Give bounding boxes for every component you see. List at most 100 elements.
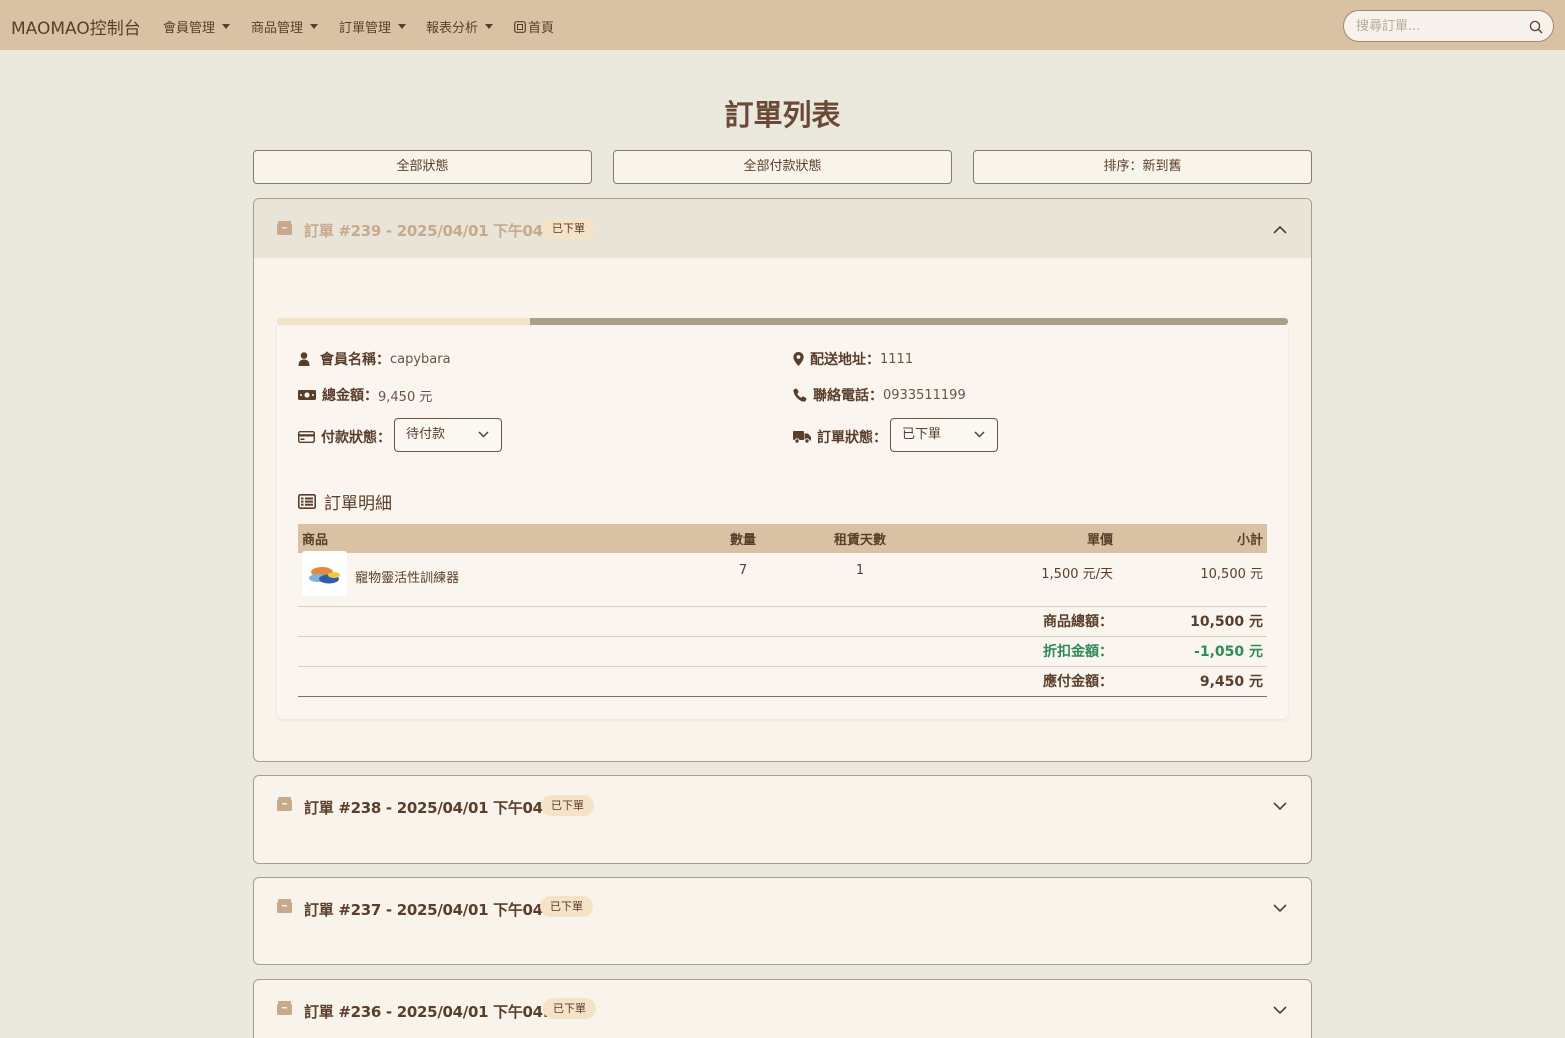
column-header-days: 租賃天數	[793, 524, 927, 553]
order-detail-label: 訂單明細	[324, 494, 392, 514]
top-navbar: MAOMAO控制台 會員管理 商品管理 訂單管理 報表分析 首頁	[0, 0, 1565, 50]
chevron-up-icon[interactable]	[1273, 225, 1287, 234]
progress-fill	[277, 318, 530, 325]
order-detail-title: 訂單明細	[298, 489, 392, 514]
phone-label: 聯絡電話：	[813, 388, 883, 404]
column-header-qty: 數量	[693, 524, 793, 553]
order-title: 訂單 #236 - 2025/04/01 下午04:10	[304, 1003, 569, 1021]
order-header[interactable]: 訂單 #238 - 2025/04/01 下午04:11 已下單	[254, 776, 1311, 835]
order-title: 訂單 #238 - 2025/04/01 下午04:11	[304, 799, 569, 817]
status-badge: 已下單	[540, 896, 593, 917]
brand-logo[interactable]: MAOMAO控制台	[11, 14, 141, 39]
search-icon[interactable]	[1529, 20, 1543, 34]
home-icon	[514, 20, 526, 33]
nav-item-label: 訂單管理	[339, 21, 392, 36]
order-title: 訂單 #237 - 2025/04/01 下午04:11	[304, 901, 569, 919]
caret-down-icon	[310, 24, 319, 29]
search-box	[1343, 10, 1554, 42]
product-name: 寵物靈活性訓練器	[355, 571, 460, 586]
order-card: 訂單 #237 - 2025/04/01 下午04:11 已下單	[253, 877, 1312, 965]
payment-row: 付款狀態：	[298, 427, 391, 447]
payment-status-filter[interactable]: 全部付款狀態	[613, 150, 952, 184]
discount-value: -1,050 元	[1117, 636, 1267, 667]
order-card: 訂單 #238 - 2025/04/01 下午04:11 已下單	[253, 775, 1312, 864]
order-card: 訂單 #236 - 2025/04/01 下午04:10 已下單	[253, 979, 1312, 1038]
chevron-down-icon	[974, 431, 985, 438]
list-icon	[298, 494, 316, 509]
table-row: 寵物靈活性訓練器 7 1 1,500 元/天 10,500 元	[298, 551, 1267, 607]
order-progress-bar	[277, 318, 1288, 325]
nav-product-management[interactable]: 商品管理	[251, 17, 319, 36]
search-input[interactable]	[1344, 11, 1514, 41]
total-value: 9,450 元	[378, 389, 433, 405]
goods-total-value: 10,500 元	[1117, 606, 1267, 637]
order-status-select[interactable]: 已下單	[890, 418, 998, 452]
order-items-table: 商品 數量 租賃天數 單價 小計 寵物靈活性訓練器 7 1 1,500 元/天 …	[298, 524, 1267, 697]
caret-down-icon	[398, 24, 407, 29]
table-header-row: 商品 數量 租賃天數 單價 小計	[298, 524, 1267, 553]
member-label: 會員名稱：	[320, 352, 390, 368]
price-cell: 1,500 元/天	[927, 553, 1117, 607]
caret-down-icon	[485, 24, 494, 29]
chevron-down-icon[interactable]	[1273, 802, 1287, 811]
truck-icon	[793, 431, 811, 444]
order-status-row: 訂單狀態：	[793, 427, 887, 447]
product-cell: 寵物靈活性訓練器	[298, 551, 693, 607]
nav-order-management[interactable]: 訂單管理	[339, 17, 407, 36]
column-header-price: 單價	[927, 524, 1117, 553]
payment-label: 付款狀態：	[321, 430, 391, 446]
nav-item-label: 報表分析	[426, 21, 479, 36]
order-header[interactable]: 訂單 #239 - 2025/04/01 下午04:11 已下單	[254, 199, 1311, 258]
sort-filter[interactable]: 排序：新到舊	[973, 150, 1312, 184]
total-label: 總金額：	[322, 388, 378, 404]
nav-item-label: 商品管理	[251, 21, 304, 36]
nav-item-label: 會員管理	[163, 21, 216, 36]
payable-value: 9,450 元	[1117, 666, 1267, 697]
order-header[interactable]: 訂單 #237 - 2025/04/01 下午04:11 已下單	[254, 878, 1311, 937]
address-row: 配送地址： 1111	[793, 349, 913, 369]
payable-row: 應付金額： 9,450 元	[298, 666, 1267, 697]
goods-total-row: 商品總額： 10,500 元	[298, 606, 1267, 637]
discount-label: 折扣金額：	[298, 636, 1117, 667]
order-title: 訂單 #239 - 2025/04/01 下午04:11	[304, 222, 569, 240]
member-value: capybara	[390, 351, 451, 367]
phone-icon	[793, 388, 807, 402]
nav-member-management[interactable]: 會員管理	[163, 17, 231, 36]
phone-value: 0933511199	[883, 387, 966, 403]
product-thumbnail	[302, 551, 347, 596]
payment-status-select[interactable]: 待付款	[394, 418, 502, 452]
goods-total-label: 商品總額：	[298, 606, 1117, 637]
order-card: 訂單 #239 - 2025/04/01 下午04:11 已下單 會員名稱： c…	[253, 198, 1312, 762]
nav-report-analysis[interactable]: 報表分析	[426, 17, 494, 36]
payment-status-value: 待付款	[406, 427, 446, 442]
chevron-down-icon[interactable]	[1273, 1006, 1287, 1015]
order-status-label: 訂單狀態：	[817, 430, 887, 446]
status-filter[interactable]: 全部狀態	[253, 150, 592, 184]
user-icon	[298, 352, 310, 366]
nav-home[interactable]: 首頁	[514, 17, 554, 36]
phone-row: 聯絡電話： 0933511199	[793, 385, 966, 405]
member-row: 會員名稱： capybara	[298, 349, 451, 369]
address-label: 配送地址：	[810, 352, 880, 368]
chevron-down-icon[interactable]	[1273, 904, 1287, 913]
status-badge: 已下單	[541, 795, 594, 816]
days-cell: 1	[793, 553, 927, 607]
box-icon	[277, 1001, 292, 1015]
order-status-value: 已下單	[902, 427, 942, 442]
total-row: 總金額： 9,450 元	[298, 385, 432, 405]
qty-cell: 7	[693, 553, 793, 607]
column-header-product: 商品	[298, 524, 693, 553]
address-value: 1111	[880, 351, 914, 367]
payable-label: 應付金額：	[298, 666, 1117, 697]
page-title: 訂單列表	[724, 98, 841, 132]
credit-card-icon	[298, 431, 315, 443]
subtotal-cell: 10,500 元	[1117, 553, 1267, 607]
box-icon	[277, 221, 292, 235]
box-icon	[277, 797, 292, 811]
chevron-down-icon	[478, 431, 489, 438]
column-header-subtotal: 小計	[1117, 524, 1267, 553]
order-info-panel: 會員名稱： capybara 總金額： 9,450 元 付款狀態： 待付款 配送…	[277, 325, 1288, 719]
order-header[interactable]: 訂單 #236 - 2025/04/01 下午04:10 已下單	[254, 980, 1311, 1038]
box-icon	[277, 899, 292, 913]
status-badge: 已下單	[543, 998, 596, 1019]
